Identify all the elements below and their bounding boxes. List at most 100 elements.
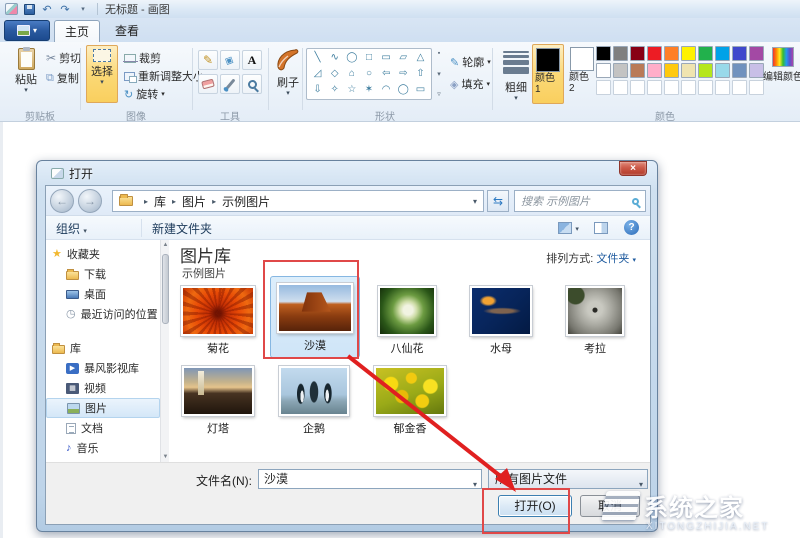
open-button[interactable]: 打开(O) xyxy=(498,495,572,517)
file-item-koala[interactable]: 考拉 xyxy=(556,285,634,356)
color-swatch[interactable] xyxy=(664,46,679,61)
file-item-penguins[interactable]: 企鹅 xyxy=(272,365,356,436)
color-swatch[interactable] xyxy=(749,46,764,61)
file-item-lighthouse[interactable]: 灯塔 xyxy=(176,365,260,436)
pencil-tool[interactable]: ✎ xyxy=(198,50,218,70)
color-swatch[interactable] xyxy=(681,63,696,78)
cut-button[interactable]: ✂ 剪切 xyxy=(46,50,81,66)
color-swatch[interactable] xyxy=(630,46,645,61)
shape-icon[interactable]: ⇧ xyxy=(416,69,424,79)
color-swatch[interactable] xyxy=(715,80,730,95)
preview-pane-button[interactable] xyxy=(594,220,608,234)
shape-icon[interactable]: □ xyxy=(366,53,372,63)
shape-icon[interactable]: ◇ xyxy=(331,69,339,79)
sidebar-item-music[interactable]: ♪ 音乐 xyxy=(46,438,160,458)
tab-home[interactable]: 主页 xyxy=(54,20,100,42)
fill-tool[interactable]: ◈ xyxy=(220,50,240,70)
file-item-jellyfish[interactable]: 水母 xyxy=(462,285,540,356)
rotate-button[interactable]: ↻ 旋转 ▾ xyxy=(124,86,165,102)
breadcrumb-sample-pictures[interactable]: 示例图片 xyxy=(222,193,270,210)
color-swatch[interactable] xyxy=(715,46,730,61)
new-folder-button[interactable]: 新建文件夹 xyxy=(152,220,212,237)
shape-icon[interactable]: ☆ xyxy=(347,85,356,95)
shapes-scroll[interactable]: ▪ ▾ ▿ xyxy=(434,48,444,100)
refresh-button[interactable]: ⇆ xyxy=(487,190,509,212)
sidebar-scrollbar[interactable]: ▲ ▼ xyxy=(160,240,169,462)
sidebar-item-baofeng[interactable]: ▶ 暴风影视库 xyxy=(46,358,160,378)
color-swatch[interactable] xyxy=(732,80,747,95)
color-swatch[interactable] xyxy=(732,63,747,78)
undo-icon[interactable]: ↶ xyxy=(40,3,54,16)
color-swatch[interactable] xyxy=(630,63,645,78)
color-swatch[interactable] xyxy=(596,46,611,61)
shape-icon[interactable]: ○ xyxy=(366,69,372,79)
shapes-grid[interactable]: ╲ ∿ ◯ □ ▭ ▱ △ ◿ ◇ ⌂ ○ ⇦ ⇨ ⇧ ⇩ ✧ ☆ ✶ ◠ ◯ ▭ xyxy=(306,48,432,100)
shape-icon[interactable]: ◯ xyxy=(398,85,409,95)
cancel-button[interactable]: 取消 xyxy=(580,495,640,517)
color-swatch[interactable] xyxy=(715,63,730,78)
sidebar-item-libraries[interactable]: 库 xyxy=(46,338,160,358)
size-button[interactable]: 粗细 ▾ xyxy=(498,48,534,102)
filename-input[interactable]: 沙漠 ▾ xyxy=(258,469,482,489)
shape-icon[interactable]: ⌂ xyxy=(349,69,355,79)
color-swatch[interactable] xyxy=(664,80,679,95)
color-swatch[interactable] xyxy=(749,80,764,95)
shape-icon[interactable]: ▭ xyxy=(381,53,390,63)
fill-button[interactable]: ◈ 填充 ▾ xyxy=(450,76,490,92)
file-item-hydrangea[interactable]: 八仙花 xyxy=(368,285,446,356)
arrange-by-control[interactable]: 排列方式: 文件夹 ▾ xyxy=(546,250,636,266)
views-button[interactable]: ▾ xyxy=(558,220,579,234)
organize-button[interactable]: 组织 ▾ xyxy=(56,220,87,237)
breadcrumb-libraries[interactable]: 库 xyxy=(154,193,166,210)
shape-icon[interactable]: ▭ xyxy=(416,85,425,95)
color1-button[interactable]: 颜色 1 xyxy=(532,44,564,104)
color-swatch[interactable] xyxy=(698,80,713,95)
shape-icon[interactable]: ✶ xyxy=(365,85,373,95)
save-icon[interactable] xyxy=(22,3,36,16)
sidebar-item-desktop[interactable]: 桌面 xyxy=(46,284,160,304)
color-swatch[interactable] xyxy=(613,46,628,61)
color-swatch[interactable] xyxy=(596,80,611,95)
sidebar-item-downloads[interactable]: 下载 xyxy=(46,264,160,284)
color-swatch[interactable] xyxy=(681,80,696,95)
shape-icon[interactable]: ◿ xyxy=(314,69,322,79)
color-swatch[interactable] xyxy=(681,46,696,61)
redo-icon[interactable]: ↷ xyxy=(58,3,72,16)
shape-icon[interactable]: △ xyxy=(417,53,425,63)
sidebar-item-documents[interactable]: 文档 xyxy=(46,418,160,438)
forward-button[interactable]: → xyxy=(78,189,102,213)
crop-button[interactable]: 裁剪 xyxy=(123,50,161,66)
chevron-down-icon[interactable]: ▾ xyxy=(473,197,483,206)
color-swatch[interactable] xyxy=(596,63,611,78)
sidebar-item-recent-places[interactable]: ◷ 最近访问的位置 xyxy=(46,304,160,324)
scrollbar-thumb[interactable] xyxy=(162,254,169,324)
shape-icon[interactable]: ╲ xyxy=(315,53,321,63)
sidebar-item-pictures[interactable]: 图片 xyxy=(46,398,160,418)
color-swatch[interactable] xyxy=(647,63,662,78)
search-box[interactable]: 搜索 示例图片 xyxy=(514,190,646,212)
file-item-desert[interactable]: 沙漠 xyxy=(270,276,360,358)
color-swatch[interactable] xyxy=(664,63,679,78)
scroll-up-icon[interactable]: ▲ xyxy=(161,242,170,248)
color-swatch[interactable] xyxy=(647,80,662,95)
shape-icon[interactable]: ◠ xyxy=(382,85,391,95)
breadcrumb-pictures[interactable]: 图片 xyxy=(182,193,206,210)
qat-dropdown-icon[interactable]: ▾ xyxy=(76,3,90,16)
shape-icon[interactable]: ∿ xyxy=(331,53,339,63)
color-swatch[interactable] xyxy=(613,80,628,95)
close-button[interactable]: × xyxy=(619,161,647,176)
scroll-down-icon[interactable]: ▼ xyxy=(161,454,170,460)
sidebar-item-videos[interactable]: ▦ 视频 xyxy=(46,378,160,398)
brushes-button[interactable]: 刷子 ▾ xyxy=(272,44,304,97)
color-swatch[interactable] xyxy=(613,63,628,78)
address-bar[interactable]: ▸ 库 ▸ 图片 ▸ 示例图片 ▾ xyxy=(112,190,484,212)
file-item-tulips[interactable]: 郁金香 xyxy=(368,365,452,436)
shape-icon[interactable]: ▱ xyxy=(399,53,407,63)
select-button[interactable]: 选择 ▾ xyxy=(86,45,118,103)
copy-button[interactable]: ⧉ 复制 xyxy=(46,70,79,86)
outline-button[interactable]: ✎ 轮廓 ▾ xyxy=(450,54,491,70)
color2-button[interactable]: 颜色 2 xyxy=(566,44,598,104)
filetype-select[interactable]: 所有图片文件 ▾ xyxy=(488,469,648,489)
shape-icon[interactable]: ⇩ xyxy=(313,85,321,95)
shape-icon[interactable]: ✧ xyxy=(331,85,339,95)
